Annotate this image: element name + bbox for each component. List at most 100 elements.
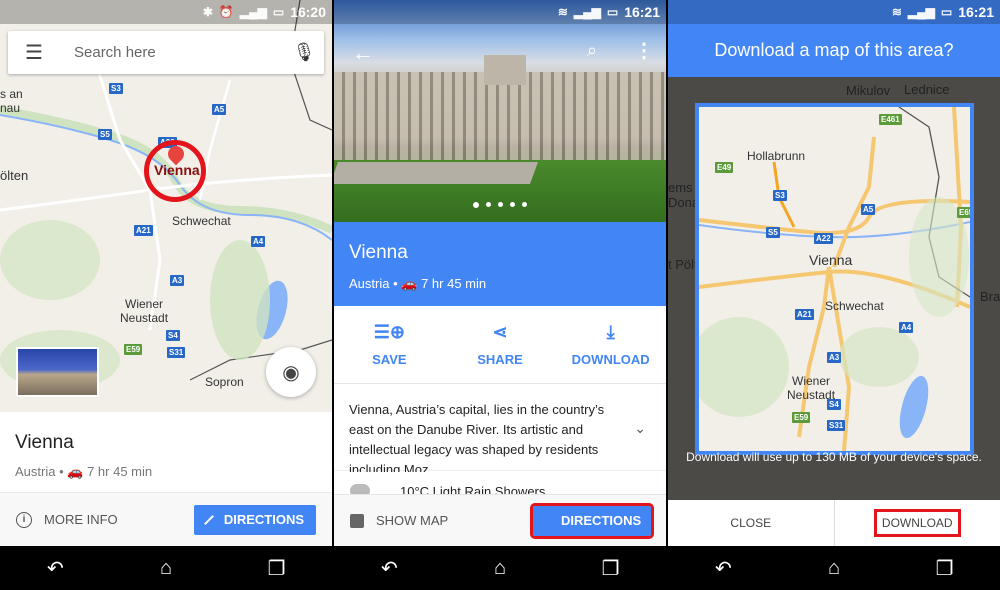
clock: 16:21 — [624, 4, 660, 20]
search-icon[interactable]: ⌕ — [587, 40, 597, 61]
back-icon[interactable]: ↶ — [703, 556, 743, 581]
signal-icon: ▂▄▆ — [573, 5, 601, 19]
dialog-actions: CLOSE DOWNLOAD — [668, 500, 1000, 546]
road-shield: A22 — [814, 233, 833, 244]
bottom-actions: SHOW MAP DIRECTIONS — [334, 494, 666, 546]
recents-icon[interactable]: ❐ — [257, 556, 297, 581]
road-shield: S4 — [166, 330, 180, 341]
nav-bar: ↶ ⌂ ❐ — [0, 546, 332, 590]
signal-icon: ▂▄▆ — [239, 5, 267, 19]
place-photo[interactable]: ← ⌕ ⋮ — [334, 0, 666, 222]
search-bar[interactable]: ☰ Search here 🎙 — [8, 31, 324, 74]
map-label-bratislava: Bra — [980, 289, 1000, 304]
clock: 16:20 — [290, 4, 326, 20]
road-shield: S31 — [167, 347, 186, 358]
download-size-note: Download will use up to 130 MB of your d… — [686, 450, 982, 464]
home-icon[interactable]: ⌂ — [480, 557, 520, 580]
share-button[interactable]: ⋖ SHARE — [445, 306, 556, 383]
bluetooth-icon: ✱ — [202, 5, 213, 19]
directions-button[interactable]: DIRECTIONS — [530, 502, 654, 539]
save-button[interactable]: ☰⊕ SAVE — [334, 306, 445, 383]
road-shield: E59 — [792, 412, 811, 423]
back-arrow-icon[interactable]: ← — [352, 40, 374, 66]
status-bar: ≋ ▂▄▆ ▭ 16:21 — [668, 0, 1000, 24]
car-icon: 🚗 — [401, 276, 418, 291]
status-bar: ✱ ⏰ ▂▄▆ ▭ 16:20 — [0, 0, 332, 24]
map-label-krems: s an nau — [0, 87, 23, 115]
map-label-lednice: Lednice — [904, 82, 950, 97]
map-label-schwechat: Schwechat — [172, 214, 231, 228]
map-label-vienna: Vienna — [809, 252, 853, 268]
signal-icon: ▂▄▆ — [907, 5, 935, 19]
download-icon: ⤓ — [606, 322, 615, 342]
my-location-button[interactable]: ◉ — [266, 347, 316, 397]
wifi-icon: ≋ — [557, 5, 568, 19]
download-button[interactable]: ⤓ DOWNLOAD — [555, 306, 666, 383]
download-button[interactable]: DOWNLOAD — [835, 500, 1000, 546]
crosshair-icon: ◉ — [282, 361, 300, 384]
more-vert-icon[interactable]: ⋮ — [634, 38, 654, 63]
battery-icon: ▭ — [606, 5, 619, 19]
nav-bar: ↶ ⌂ ❐ — [668, 546, 1000, 590]
place-subtitle: Austria • 🚗 7 hr 45 min — [15, 464, 153, 479]
playlist-add-icon: ☰⊕ — [373, 322, 405, 342]
map-label-wiener-neustadt: Wiener Neustadt — [120, 297, 169, 325]
home-icon[interactable]: ⌂ — [146, 557, 186, 580]
map-label-hollabrunn: Hollabrunn — [747, 149, 806, 163]
home-icon[interactable]: ⌂ — [814, 557, 854, 580]
place-title: Vienna — [349, 242, 408, 263]
road-shield: S5 — [766, 227, 780, 238]
map-pin-label: Vienna — [154, 162, 200, 178]
directions-icon — [204, 514, 214, 525]
road-shield: S3 — [109, 83, 123, 94]
map-label-schwechat: Schwechat — [825, 299, 884, 313]
battery-icon: ▭ — [940, 5, 953, 19]
road-shield: E59 — [124, 344, 143, 355]
screen-map-search: s an nau ölten Schwechat Wiener Neustadt S… — [0, 0, 332, 590]
place-card[interactable]: Vienna Austria • 🚗 7 hr 45 min — [0, 412, 332, 492]
download-area-frame[interactable]: Hollabrunn Vienna Schwechat Wiener Neusta… — [695, 103, 974, 455]
road-shield: A3 — [827, 352, 842, 363]
map-label-mikulov: Mikulov — [846, 83, 891, 98]
place-subtitle: Austria • 🚗 7 hr 45 min — [349, 276, 487, 291]
road-shield: S3 — [773, 190, 787, 201]
road-shield: A5 — [212, 104, 227, 115]
recents-icon[interactable]: ❐ — [925, 556, 965, 581]
close-button[interactable]: CLOSE — [668, 500, 835, 546]
weather-row: 10°C Light Rain Showers — [334, 472, 666, 494]
directions-button[interactable]: DIRECTIONS — [194, 504, 316, 535]
more-info-button[interactable]: i MORE INFO — [16, 511, 118, 528]
place-header: Vienna Austria • 🚗 7 hr 45 min — [334, 222, 666, 306]
dialog-title: Download a map of this area? — [668, 24, 1000, 77]
chevron-down-icon[interactable]: ⌄ — [634, 420, 646, 437]
screen-download-area: ≋ ▂▄▆ ▭ 16:21 Download a map of this are… — [668, 0, 1000, 590]
road-shield: S4 — [827, 399, 841, 410]
street-view-thumbnail[interactable] — [16, 347, 99, 397]
recents-icon[interactable]: ❐ — [591, 556, 631, 581]
road-shield: A5 — [861, 204, 876, 215]
directions-icon — [542, 516, 552, 525]
microphone-icon[interactable]: 🎙 — [284, 42, 324, 63]
info-icon: i — [16, 511, 32, 528]
road-shield: E49 — [715, 162, 734, 173]
weather-text: 10°C Light Rain Showers — [400, 484, 546, 494]
road-shield: A21 — [134, 225, 153, 236]
back-icon[interactable]: ↶ — [369, 556, 409, 581]
road-shield: S31 — [827, 420, 846, 431]
battery-icon: ▭ — [272, 5, 285, 19]
place-title: Vienna — [15, 432, 74, 453]
clock: 16:21 — [958, 4, 994, 20]
road-shield: E461 — [879, 114, 902, 125]
screen-place-details: ← ⌕ ⋮ ≋ ▂▄▆ ▭ 16:21 Vienna Austria • 🚗 7… — [334, 0, 666, 590]
road-shield: A3 — [170, 275, 185, 286]
back-icon[interactable]: ↶ — [35, 556, 75, 581]
show-map-button[interactable]: SHOW MAP — [350, 513, 448, 528]
road-shield: S5 — [98, 129, 112, 140]
road-shield: A4 — [251, 236, 266, 247]
menu-icon[interactable]: ☰ — [8, 40, 60, 65]
search-input[interactable]: Search here — [60, 44, 284, 61]
road-shield: E65 — [957, 207, 974, 218]
nav-bar: ↶ ⌂ ❐ — [334, 546, 666, 590]
place-action-row: ☰⊕ SAVE ⋖ SHARE ⤓ DOWNLOAD — [334, 306, 666, 384]
place-description[interactable]: Vienna, Austria’s capital, lies in the c… — [334, 385, 666, 477]
